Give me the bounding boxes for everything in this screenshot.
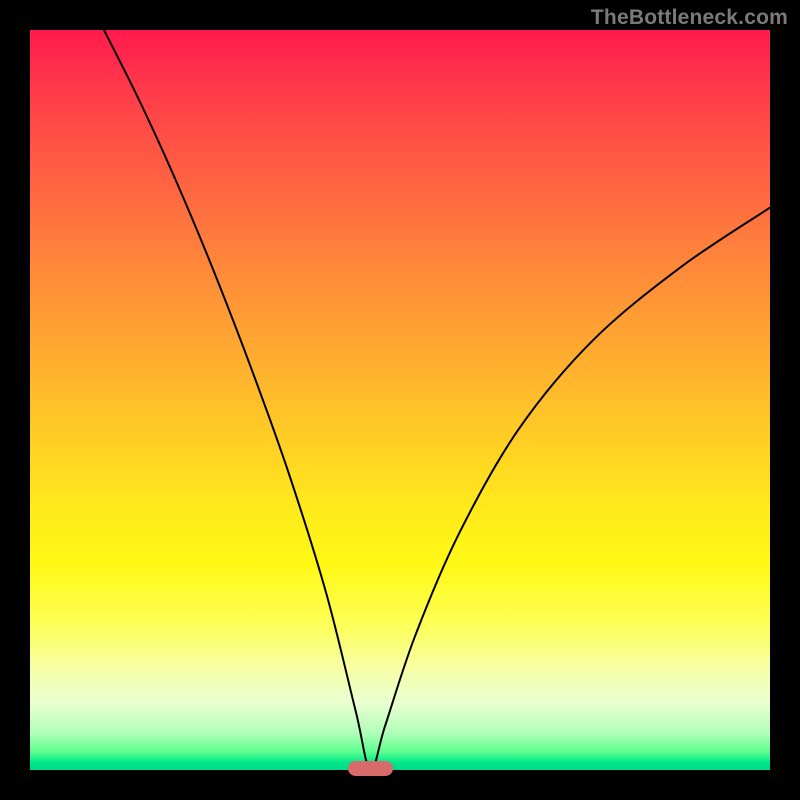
plot-area <box>30 30 770 770</box>
bottleneck-curve <box>104 30 770 770</box>
chart-frame: TheBottleneck.com <box>0 0 800 800</box>
watermark-text: TheBottleneck.com <box>591 6 788 30</box>
trough-marker <box>348 761 392 776</box>
curve-svg <box>30 30 770 770</box>
